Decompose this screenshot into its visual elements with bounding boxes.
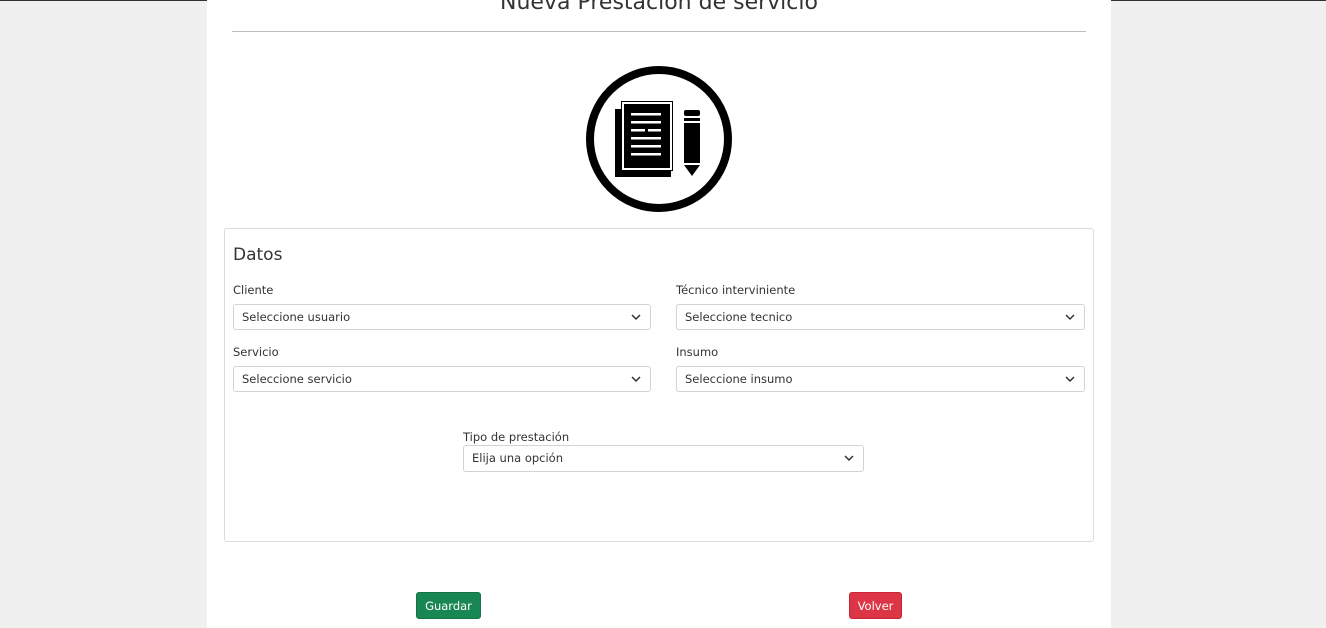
main-page: Nueva Prestación de servicio Datos Clien… <box>207 0 1111 628</box>
document-pencil-icon <box>586 66 732 212</box>
tecnico-label: Técnico interviniente <box>676 283 796 297</box>
cliente-select-value: Seleccione usuario <box>242 310 351 324</box>
chevron-down-icon <box>631 314 641 321</box>
page-title: Nueva Prestación de servicio <box>500 0 818 15</box>
cliente-label: Cliente <box>233 283 274 297</box>
servicio-label: Servicio <box>233 345 279 359</box>
chevron-down-icon <box>1065 376 1075 383</box>
chevron-down-icon <box>844 455 854 462</box>
datos-card: Datos Cliente Seleccione usuario Técnico… <box>224 228 1094 542</box>
tipo-prestacion-select[interactable]: Elija una opción <box>463 445 864 472</box>
chevron-down-icon <box>631 376 641 383</box>
tecnico-select-value: Seleccione tecnico <box>685 310 793 324</box>
insumo-select-value: Seleccione insumo <box>685 372 793 386</box>
tipo-prestacion-label: Tipo de prestación <box>463 430 570 444</box>
card-title: Datos <box>233 245 283 265</box>
servicio-select[interactable]: Seleccione servicio <box>233 366 651 392</box>
servicio-select-value: Seleccione servicio <box>242 372 352 386</box>
insumo-select[interactable]: Seleccione insumo <box>676 366 1085 392</box>
back-button[interactable]: Volver <box>849 592 902 619</box>
insumo-label: Insumo <box>676 345 719 359</box>
cliente-select[interactable]: Seleccione usuario <box>233 304 651 330</box>
tipo-prestacion-select-value: Elija una opción <box>472 451 564 465</box>
title-divider <box>232 31 1086 32</box>
save-button[interactable]: Guardar <box>416 592 481 619</box>
chevron-down-icon <box>1065 314 1075 321</box>
tecnico-select[interactable]: Seleccione tecnico <box>676 304 1085 330</box>
